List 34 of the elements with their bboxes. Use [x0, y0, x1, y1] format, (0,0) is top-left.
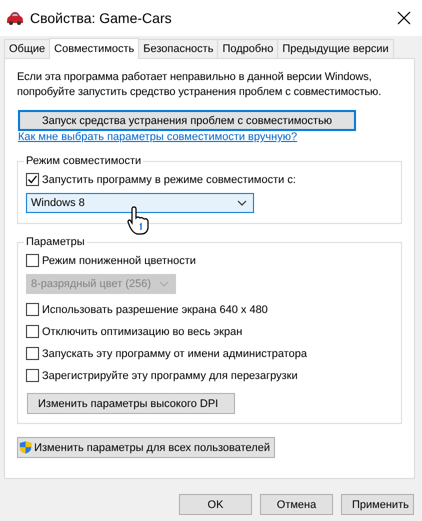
dropdown[interactable]: Windows 8 — [26, 193, 254, 213]
checkbox-label: Отключить оптимизацию во весь экран — [42, 326, 242, 338]
checkbox-label: Запустить программу в режиме совместимости с: — [42, 174, 296, 186]
window-title: Свойства: Game-Cars — [30, 10, 173, 26]
dialog-button[interactable]: Отмена — [260, 494, 333, 515]
tab[interactable]: Предыдущие версии — [277, 39, 394, 58]
checkbox[interactable] — [26, 303, 39, 316]
checkbox-label: Запускать эту программу от имени администратора — [42, 348, 308, 360]
close-icon[interactable] — [396, 10, 412, 26]
group-title: Параметры — [25, 236, 86, 248]
checkbox-label: Режим пониженной цветности — [42, 254, 196, 266]
checkbox[interactable] — [26, 325, 39, 338]
caret-icon — [159, 281, 169, 287]
car-icon — [6, 11, 24, 25]
checkbox-label: Использовать разрешение экрана 640 x 480 — [42, 304, 268, 316]
help-link[interactable]: Как мне выбрать параметры совместимости вручную? — [18, 131, 298, 143]
troubleshoot-button[interactable]: Запуск средства устранения проблем с совместимостью — [18, 110, 356, 131]
dialog-button[interactable]: Применить — [341, 494, 414, 515]
caret-icon — [237, 200, 247, 206]
dpi-settings-button[interactable]: Изменить параметры высокого DPI — [27, 393, 235, 414]
checkbox-label: Зарегистрируйте эту программу для перезагрузки — [42, 370, 298, 382]
dialog-button[interactable]: OK — [179, 494, 252, 515]
group-title: Режим совместимости — [25, 155, 142, 167]
checkbox[interactable] — [26, 369, 39, 382]
tab[interactable]: Совместимость — [49, 38, 140, 59]
tab[interactable]: Общие — [4, 39, 50, 58]
checkbox[interactable] — [26, 254, 39, 267]
dropdown: 8-разрядный цвет (256) — [26, 274, 176, 294]
all-users-button[interactable]: Изменить параметры для всех пользователей — [17, 437, 275, 458]
checkbox[interactable] — [26, 173, 39, 186]
checkbox[interactable] — [26, 347, 39, 360]
intro-text: Если эта программа работает неправильно в данной версии Windows, — [17, 70, 373, 85]
intro-text: попробуйте запустить средство устранения проблем с совместимостью. — [17, 85, 382, 100]
shield-icon — [19, 439, 32, 456]
